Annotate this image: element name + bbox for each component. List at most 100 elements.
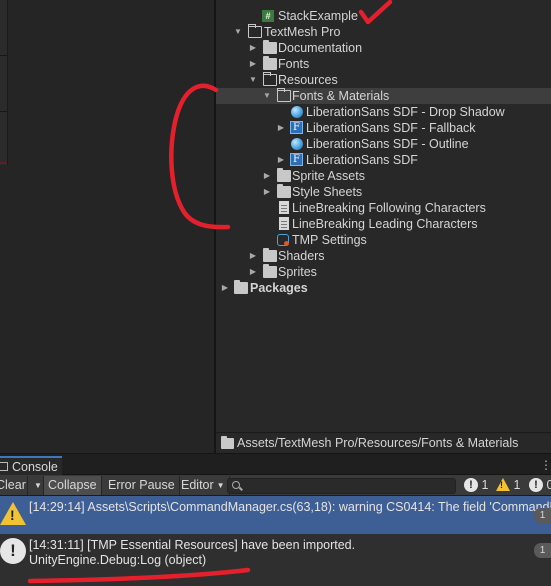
- tree-row-label: Packages: [250, 281, 308, 295]
- search-input[interactable]: [227, 478, 456, 494]
- tab-label: Console: [12, 460, 58, 474]
- tree-row-label: LiberationSans SDF - Outline: [306, 137, 469, 151]
- folder-open-icon: [263, 72, 277, 86]
- breadcrumb: Assets/TextMesh Pro/Resources/Fonts & Ma…: [216, 432, 551, 453]
- script-icon: #: [262, 10, 274, 22]
- tree-row-linebreaking-leading[interactable]: LineBreaking Leading Characters: [216, 216, 551, 232]
- left-panel-edge: [0, 0, 8, 165]
- expand-arrow-icon[interactable]: ▶: [248, 248, 258, 264]
- collapse-toggle[interactable]: Collapse: [44, 476, 102, 495]
- expand-arrow-icon[interactable]: ▼: [262, 88, 272, 104]
- tab-console[interactable]: Console: [0, 456, 62, 475]
- log-count-badge: 1: [534, 508, 551, 523]
- tree-row-drop-shadow[interactable]: LiberationSans SDF - Drop Shadow: [216, 104, 551, 120]
- expand-arrow-icon[interactable]: ▶: [276, 152, 286, 168]
- more-options-icon[interactable]: ⋮: [540, 458, 551, 472]
- expand-arrow-icon[interactable]: ▶: [248, 264, 258, 280]
- tree-row-fonts-materials[interactable]: ▼ Fonts & Materials: [216, 88, 551, 104]
- log-message: [14:29:14] Assets\Scripts\CommandManager…: [29, 500, 551, 514]
- expand-arrow-icon[interactable]: ▶: [248, 56, 258, 72]
- tree-row-documentation[interactable]: ▶ Documentation: [216, 40, 551, 56]
- error-pause-toggle[interactable]: Error Pause: [104, 476, 180, 495]
- left-panel-segment[interactable]: [0, 0, 7, 56]
- tree-row-label: Fonts & Materials: [292, 89, 390, 103]
- tree-row-sprites[interactable]: ▶ Sprites: [216, 264, 551, 280]
- log-entry-info[interactable]: ! [14:31:11] [TMP Essential Resources] h…: [0, 534, 551, 586]
- editor-dropdown[interactable]: Editor ▼: [177, 476, 230, 495]
- info-filter-toggle[interactable]: ! 1: [464, 476, 488, 495]
- folder-icon: [234, 280, 248, 294]
- info-count: 1: [481, 478, 489, 492]
- log-entry-warning[interactable]: ! [14:29:14] Assets\Scripts\CommandManag…: [0, 496, 551, 534]
- tree-row-label: Shaders: [278, 249, 325, 263]
- text-file-icon: [279, 201, 289, 214]
- warning-filter-toggle[interactable]: ! 1: [496, 476, 520, 495]
- font-asset-icon: F: [290, 153, 303, 166]
- expand-arrow-icon[interactable]: ▶: [262, 168, 272, 184]
- error-count: 0: [546, 478, 551, 492]
- folder-open-icon: [248, 24, 262, 38]
- warning-icon: !: [496, 478, 510, 491]
- folder-icon: [263, 264, 277, 278]
- log-message: [14:31:11] [TMP Essential Resources] hav…: [29, 538, 356, 552]
- tree-row-label: Documentation: [278, 41, 363, 55]
- sdf-material-icon: [291, 106, 303, 118]
- tree-row-textmesh-pro[interactable]: ▼ TextMesh Pro: [216, 24, 551, 40]
- expand-arrow-icon[interactable]: ▼: [248, 72, 258, 88]
- tree-row-label: Style Sheets: [292, 185, 363, 199]
- tree-row-label: LiberationSans SDF - Fallback: [306, 121, 476, 135]
- left-panel-segment[interactable]: [0, 60, 7, 112]
- breadcrumb-path[interactable]: Assets/TextMesh Pro/Resources/Fonts & Ma…: [237, 436, 518, 450]
- tree-row-liberation-sans-sdf[interactable]: ▶ F LiberationSans SDF: [216, 152, 551, 168]
- info-icon: !: [464, 478, 478, 492]
- error-icon: !: [529, 478, 543, 492]
- tree-row-fonts[interactable]: ▶ Fonts: [216, 56, 551, 72]
- tree-row-resources[interactable]: ▼ Resources: [216, 72, 551, 88]
- tree-row-label: TextMesh Pro: [264, 25, 341, 39]
- tree-row-label: StackExample: [278, 9, 358, 23]
- tree-row-label: LiberationSans SDF: [306, 153, 418, 167]
- text-file-icon: [279, 217, 289, 230]
- clear-options-dropdown[interactable]: ▼: [28, 476, 44, 495]
- expand-arrow-icon[interactable]: ▼: [233, 24, 243, 40]
- log-count-badge: 1: [534, 543, 551, 558]
- collapse-label: Collapse: [48, 478, 97, 492]
- tree-row-shaders[interactable]: ▶ Shaders: [216, 248, 551, 264]
- tree-row-label: Sprites: [278, 265, 317, 279]
- console-icon: [0, 462, 8, 471]
- log-stacktrace: UnityEngine.Debug:Log (object): [29, 553, 207, 567]
- tree-row-packages[interactable]: ▶ Packages: [216, 280, 551, 296]
- tree-row-style-sheets[interactable]: ▶ Style Sheets: [216, 184, 551, 200]
- info-icon: !: [0, 538, 26, 564]
- editor-label: Editor: [181, 478, 214, 492]
- left-panel: [0, 0, 214, 453]
- folder-icon: [277, 168, 291, 182]
- expand-arrow-icon[interactable]: ▶: [248, 40, 258, 56]
- tmp-settings-icon: [277, 234, 289, 246]
- font-asset-icon: F: [290, 121, 303, 134]
- error-pause-label: Error Pause: [108, 478, 175, 492]
- folder-icon: [263, 56, 277, 70]
- tree-row-linebreaking-following[interactable]: LineBreaking Following Characters: [216, 200, 551, 216]
- tree-row-label: Resources: [278, 73, 338, 87]
- tree-row-label: LineBreaking Leading Characters: [292, 217, 478, 231]
- expand-arrow-icon[interactable]: ▶: [262, 184, 272, 200]
- tree-row-label: Fonts: [278, 57, 310, 71]
- console-log-list[interactable]: ! [14:29:14] Assets\Scripts\CommandManag…: [0, 496, 551, 586]
- tree-row-tmp-settings[interactable]: TMP Settings: [216, 232, 551, 248]
- left-panel-segment[interactable]: [0, 116, 7, 164]
- folder-icon: [263, 248, 277, 262]
- error-filter-toggle[interactable]: ! 0: [529, 476, 551, 495]
- project-tree: # StackExample ▼ TextMesh Pro ▶ Document…: [216, 0, 551, 432]
- tree-row-stack-example[interactable]: # StackExample: [216, 8, 551, 24]
- sdf-material-icon: [291, 138, 303, 150]
- expand-arrow-icon[interactable]: ▶: [220, 280, 230, 296]
- expand-arrow-icon[interactable]: ▶: [276, 120, 286, 136]
- chevron-down-icon: ▼: [216, 481, 225, 490]
- tree-row-fallback[interactable]: ▶ F LiberationSans SDF - Fallback: [216, 120, 551, 136]
- tree-row-label: LineBreaking Following Characters: [292, 201, 486, 215]
- folder-icon: [221, 436, 234, 449]
- tree-row-outline[interactable]: LiberationSans SDF - Outline: [216, 136, 551, 152]
- clear-button[interactable]: Clear: [0, 476, 28, 495]
- tree-row-sprite-assets[interactable]: ▶ Sprite Assets: [216, 168, 551, 184]
